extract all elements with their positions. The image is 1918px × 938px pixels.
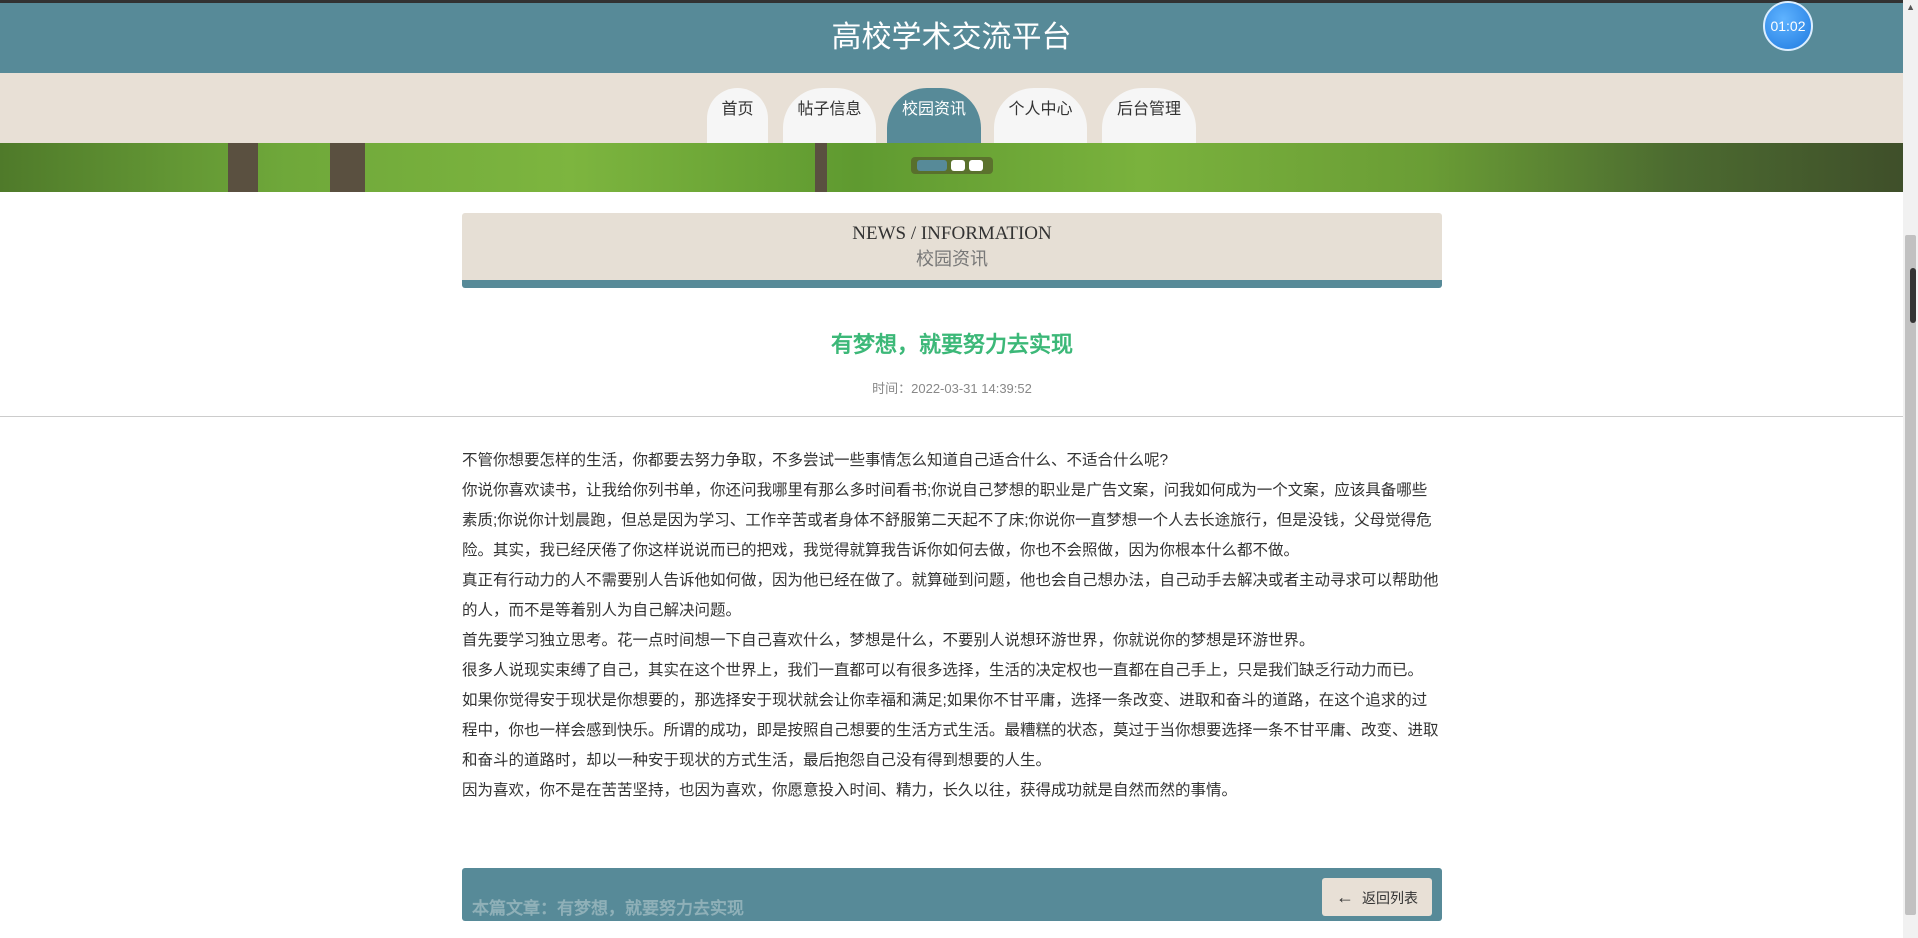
site-header: 高校学术交流平台 (0, 3, 1903, 73)
article-time: 时间：2022-03-31 14:39:52 (872, 381, 1032, 396)
nav-tab-personal-center[interactable]: 个人中心 (994, 88, 1087, 143)
paragraph: 你说你喜欢读书，让我给你列书单，你还问我哪里有那么多时间看书;你说自己梦想的职业… (462, 482, 1432, 559)
carousel-dot[interactable] (969, 160, 983, 171)
paragraph: 很多人说现实束缚了自己，其实在这个世界上，我们一直都可以有很多选择，生活的决定权… (462, 662, 1424, 679)
nav-tab-admin[interactable]: 后台管理 (1102, 88, 1196, 143)
timer-badge: 01:02 (1763, 1, 1813, 51)
banner-tree (815, 143, 827, 192)
carousel-indicators (911, 157, 993, 174)
nav-tab-home[interactable]: 首页 (707, 88, 768, 143)
page-scrollbar[interactable]: ▲ (1903, 0, 1918, 938)
article-body: 不管你想要怎样的生活，你都要去努力争取，不多尝试一些事情怎么知道自己适合什么、不… (462, 446, 1442, 806)
scrollbar-thumb[interactable] (1905, 235, 1916, 915)
paragraph: 不管你想要怎样的生活，你都要去努力争取，不多尝试一些事情怎么知道自己适合什么、不… (462, 452, 1169, 469)
carousel-dot[interactable] (951, 160, 965, 171)
banner-tree (330, 143, 365, 192)
nav-tab-posts[interactable]: 帖子信息 (783, 88, 876, 143)
banner-tree (228, 143, 258, 192)
paragraph: 因为喜欢，你不是在苦苦坚持，也因为喜欢，你愿意投入时间、精力，长久以往，获得成功… (462, 782, 1238, 799)
section-heading: NEWS / INFORMATION 校园资讯 (462, 213, 1442, 288)
scroll-up-icon[interactable]: ▲ (1906, 2, 1915, 12)
section-title-en: NEWS / INFORMATION (852, 223, 1052, 244)
carousel-dot[interactable] (917, 160, 947, 171)
paragraph: 真正有行动力的人不需要别人告诉他如何做，因为他已经在做了。就算碰到问题，他也会自… (462, 572, 1439, 619)
back-to-list-label: 返回列表 (1362, 890, 1418, 906)
scroll-indicator (1910, 268, 1916, 323)
main-nav: 首页 帖子信息 校园资讯 个人中心 后台管理 (0, 73, 1903, 143)
section-title-cn: 校园资讯 (916, 249, 988, 269)
divider (0, 416, 1903, 417)
paragraph: 首先要学习独立思考。花一点时间想一下自己喜欢什么，梦想是什么，不要别人说想环游世… (462, 632, 1315, 649)
paragraph: 如果你觉得安于现状是你想要的，那选择安于现状就会让你幸福和满足;如果你不甘平庸，… (462, 692, 1439, 769)
current-article-label: 本篇文章：有梦想，就要努力去实现 (472, 899, 744, 918)
nav-tab-campus-news[interactable]: 校园资讯 (887, 88, 981, 143)
back-to-list-button[interactable]: ← 返回列表 (1322, 878, 1432, 916)
arrow-left-icon: ← (1336, 887, 1354, 907)
article-footer: 本篇文章：有梦想，就要努力去实现 ← 返回列表 (462, 868, 1442, 921)
article-title: 有梦想，就要努力去实现 (830, 332, 1073, 357)
site-title: 高校学术交流平台 (831, 21, 1072, 54)
